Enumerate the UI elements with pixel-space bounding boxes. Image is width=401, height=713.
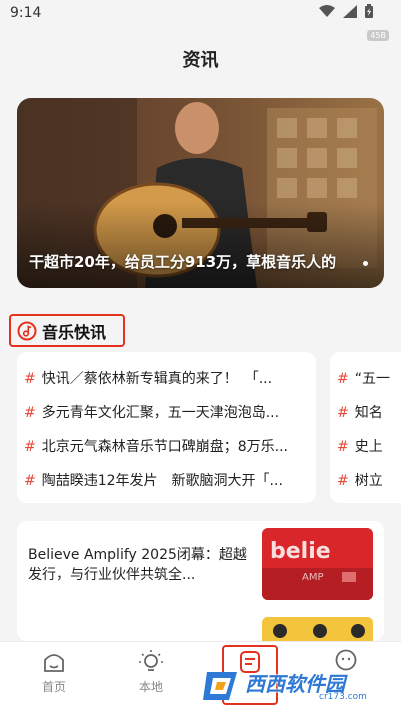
hashtag-icon: # — [337, 371, 349, 387]
watermark-subtext: cr173.com — [319, 692, 367, 702]
carousel-indicator — [363, 261, 368, 266]
article-thumbnail: belie AMP — [262, 528, 373, 600]
featured-banner[interactable]: 干超市20年，给员工分913万，草根音乐人的 — [17, 98, 384, 288]
news-item-text: 陶喆睽违12年发片 新歌脑洞大开「... — [41, 473, 283, 489]
news-item[interactable]: # 陶喆睽违12年发片 新歌脑洞大开「... — [24, 470, 283, 490]
bulb-icon — [139, 650, 163, 671]
hashtag-icon: # — [337, 473, 349, 489]
tab-label: 首页 — [41, 680, 66, 694]
home-icon — [44, 654, 64, 672]
tab-label: 本地 — [138, 680, 163, 694]
news-item[interactable]: # 树立 — [337, 470, 383, 490]
news-item[interactable]: # 知名 — [337, 402, 383, 422]
news-item-text: 史上 — [354, 439, 383, 455]
news-card: # 快讯／蔡依林新专辑真的来了！ 「... # 多元青年文化汇聚，五一天津泡泡岛..… — [17, 352, 316, 503]
news-item[interactable]: # 北京元气森林音乐节口碑崩盘；8万乐... — [24, 436, 288, 456]
news-item-text: 快讯／蔡依林新专辑真的来了！ 「... — [41, 371, 273, 387]
status-icons — [319, 4, 373, 18]
watermark-logo: 西西软件园 cr173.com — [199, 664, 399, 706]
tab-home[interactable]: 首页 — [24, 648, 84, 695]
hashtag-icon: # — [24, 405, 36, 421]
status-time: 9:14 — [10, 5, 42, 21]
news-item-text: 树立 — [354, 473, 383, 489]
section-header-music-news: 音乐快讯 — [9, 314, 125, 347]
status-badge: 45B — [367, 30, 389, 41]
hashtag-icon: # — [24, 371, 36, 387]
news-item-text: 多元青年文化汇聚，五一天津泡泡岛... — [41, 405, 280, 421]
svg-text:belie: belie — [270, 539, 331, 564]
hashtag-icon: # — [24, 473, 36, 489]
hashtag-icon: # — [337, 405, 349, 421]
news-item-text: 知名 — [354, 405, 383, 421]
status-bar: 9:14 45B — [0, 0, 401, 41]
news-item[interactable]: # 快讯／蔡依林新专辑真的来了！ 「... — [24, 368, 272, 388]
wifi-icon — [319, 5, 335, 17]
watermark-icon — [203, 672, 237, 700]
battery-icon — [365, 4, 373, 18]
tab-local[interactable]: 本地 — [121, 648, 181, 695]
news-item[interactable]: # 多元青年文化汇聚，五一天津泡泡岛... — [24, 402, 279, 422]
hashtag-icon: # — [337, 439, 349, 455]
news-card: # “五一 # 知名 # 史上 # 树立 — [330, 352, 401, 503]
news-item-text: “五一 — [354, 371, 390, 387]
article-card[interactable]: Believe Amplify 2025闭幕：超越发行，与行业伙伴共筑全... … — [17, 521, 384, 641]
article-thumbnail-2 — [262, 617, 373, 641]
signal-icon — [343, 4, 357, 18]
page-title: 资讯 — [182, 50, 219, 71]
svg-text:AMP: AMP — [302, 572, 324, 583]
article-title: Believe Amplify 2025闭幕：超越发行，与行业伙伴共筑全... — [28, 547, 247, 583]
hashtag-icon: # — [24, 439, 36, 455]
section-title: 音乐快讯 — [42, 322, 107, 342]
banner-caption: 干超市20年，给员工分913万，草根音乐人的 — [29, 253, 337, 271]
news-item[interactable]: # 史上 — [337, 436, 383, 456]
news-item-text: 北京元气森林音乐节口碑崩盘；8万乐... — [41, 439, 288, 455]
news-item[interactable]: # “五一 — [337, 368, 390, 388]
music-note-icon — [17, 321, 37, 340]
